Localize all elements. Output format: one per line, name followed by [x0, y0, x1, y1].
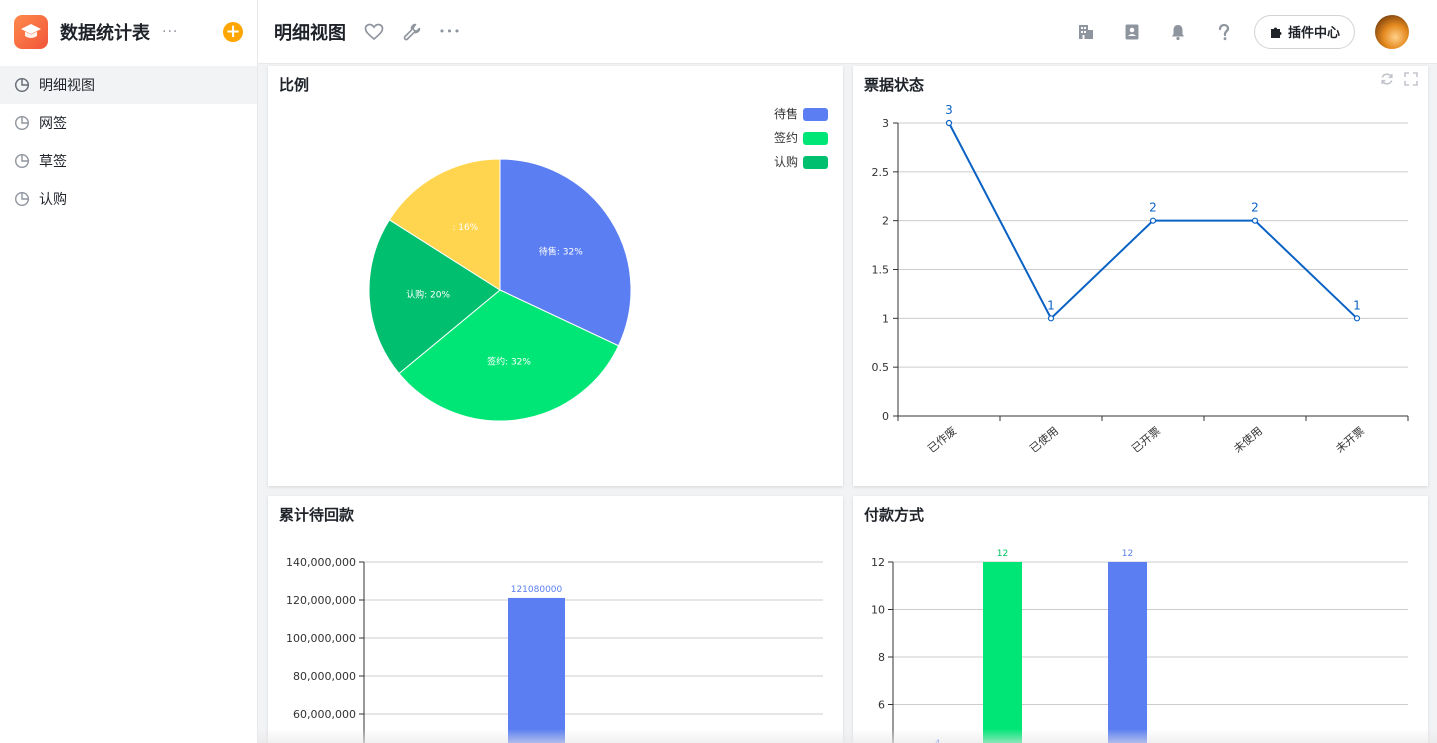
pie-chart-icon — [14, 115, 30, 131]
y-tick-label: 6 — [878, 699, 885, 712]
bar-value-label: 121080000 — [511, 585, 563, 595]
legend-swatch[interactable] — [803, 108, 828, 121]
y-tick-label: 8 — [878, 651, 885, 664]
line-point[interactable] — [1047, 315, 1055, 322]
line-point[interactable] — [945, 119, 953, 127]
y-tick-label: 120,000,000 — [286, 594, 356, 607]
plugin-center-button[interactable]: 插件中心 — [1253, 14, 1355, 49]
y-tick-label: 10 — [871, 604, 885, 617]
bar[interactable] — [1108, 562, 1147, 743]
bar-value-label: 12 — [997, 549, 1008, 559]
y-tick-label: 100,000,000 — [286, 632, 356, 645]
top-bar: 明细视图 ••• 插件中心 — [258, 0, 1437, 64]
y-tick-label: 2.5 — [872, 166, 890, 179]
wrench-icon[interactable] — [402, 22, 422, 42]
point-value-label: 2 — [1251, 201, 1259, 215]
x-tick-label: 未开票 — [1333, 424, 1367, 455]
payment-method-chart-card: 付款方式 68101241212 — [853, 496, 1428, 743]
y-tick-label: 2 — [882, 215, 889, 228]
sidebar-item-draft-sign[interactable]: 草签 — [0, 142, 257, 180]
pie-slice-label: 认购: 20% — [406, 289, 450, 301]
pie-slice-label: 待售: 32% — [539, 245, 583, 257]
x-tick-label: 已开票 — [1129, 424, 1163, 455]
bar-value-label: 4 — [935, 739, 941, 743]
legend-swatch[interactable] — [803, 156, 828, 169]
payment-method-bar-chart: 6 8 10 12 4 12 12 — [871, 549, 1408, 743]
pending-payment-chart-card: 累计待回款 60,000,000 80,000,000 100,000,000 120… — [268, 496, 843, 743]
point-value-label: 1 — [1353, 298, 1361, 312]
pie-chart-icon — [14, 191, 30, 207]
x-tick-label: 未使用 — [1231, 424, 1265, 455]
top-bar-actions: 插件中心 — [1050, 14, 1437, 49]
line-point[interactable] — [1149, 217, 1157, 224]
bar[interactable] — [983, 562, 1022, 743]
sidebar-item-online-sign[interactable]: 网签 — [0, 104, 257, 142]
y-tick-label: 3 — [882, 117, 889, 130]
point-value-label: 2 — [1149, 201, 1157, 215]
sidebar-item-label: 草签 — [39, 154, 67, 170]
legend-label: 待售 — [774, 106, 798, 121]
point-value-label: 3 — [945, 103, 953, 117]
add-view-button[interactable]: + — [223, 22, 243, 42]
sidebar-item-subscription[interactable]: 认购 — [0, 180, 257, 218]
x-tick-label: 已作废 — [925, 424, 959, 456]
pending-payment-bar-chart: 60,000,000 80,000,000 100,000,000 120,000,0… — [286, 556, 823, 743]
building-icon[interactable] — [1076, 22, 1096, 42]
bar[interactable] — [508, 597, 565, 743]
help-icon[interactable] — [1214, 22, 1234, 42]
app-more-icon[interactable]: ··· — [162, 24, 178, 40]
sidebar: 数据统计表 ··· + 明细视图 网签 草签 认购 — [0, 0, 258, 743]
avatar[interactable] — [1375, 14, 1409, 49]
bar-value-label: 12 — [1122, 549, 1133, 559]
sidebar-item-label: 认购 — [39, 192, 67, 208]
x-tick-label: 已使用 — [1027, 424, 1061, 455]
ratio-pie-chart: 待售: 32% 签约: 32% 认购: 20% : 16% 待售签约认购 — [368, 106, 828, 422]
point-value-label: 1 — [1047, 298, 1055, 312]
y-tick-label: 60,000,000 — [293, 708, 356, 721]
app-title: 数据统计表 — [60, 23, 150, 44]
y-tick-label: 0 — [882, 410, 889, 423]
sidebar-view-list: 明细视图 网签 草签 认购 — [0, 64, 257, 218]
contacts-icon[interactable] — [1122, 22, 1142, 42]
pie-chart-icon — [14, 77, 30, 93]
sidebar-item-detail-view[interactable]: 明细视图 — [0, 66, 257, 104]
y-tick-label: 1 — [882, 312, 889, 325]
view-title: 明细视图 — [274, 22, 346, 44]
heart-icon[interactable] — [364, 22, 384, 42]
y-tick-label: 140,000,000 — [286, 556, 356, 569]
y-tick-label: 1.5 — [872, 264, 890, 277]
more-icon[interactable]: ••• — [439, 22, 460, 42]
puzzle-icon — [1270, 27, 1282, 38]
app-logo-icon — [14, 15, 48, 49]
sidebar-header: 数据统计表 ··· + — [0, 0, 257, 64]
sidebar-item-label: 网签 — [39, 116, 67, 132]
legend-label: 认购 — [774, 154, 798, 169]
pie-slice-label: 签约: 32% — [487, 355, 531, 367]
y-tick-label: 12 — [871, 556, 885, 569]
ticket-status-chart-card: 票据状态 0 0.5 1 1.5 2 2.5 3 3 已作废 1 已使用 2 已开票 2 未使用 1 未开票 — [853, 66, 1428, 486]
bell-icon[interactable] — [1168, 22, 1188, 42]
y-tick-label: 0.5 — [872, 361, 890, 374]
ratio-chart-card: 比例 待售: 32% 签约: 32% 认购: 20%: 16% 待售 签约 认购 — [268, 66, 843, 486]
plugin-center-label: 插件中心 — [1287, 26, 1340, 41]
pie-chart-icon — [14, 153, 30, 169]
sidebar-item-label: 明细视图 — [39, 78, 95, 94]
line-point[interactable] — [1251, 217, 1259, 224]
legend-label: 签约 — [774, 130, 798, 145]
ticket-status-line-chart: 0 0.5 1 1.5 2 2.5 3 3 已作废 1 已使用 2 已开票 2 未使用 1 未开票 — [872, 103, 1409, 456]
legend-swatch[interactable] — [803, 132, 828, 145]
pie-slice-label: : 16% — [452, 223, 478, 233]
line-point[interactable] — [1353, 315, 1361, 322]
y-tick-label: 80,000,000 — [293, 670, 356, 683]
